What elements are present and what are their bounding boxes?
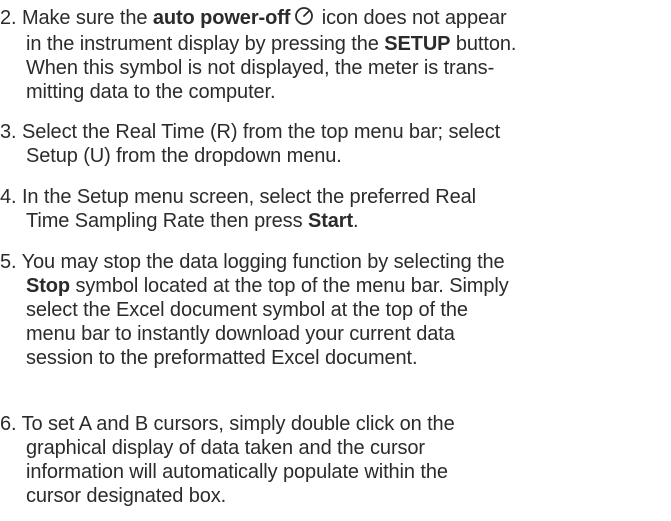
timer-clock-icon [294,6,314,32]
step-4-line-1: 4. In the Setup menu screen, select the … [0,185,671,209]
step-text: select the Excel document symbol at the … [26,299,468,321]
step-6-line-2: graphical display of data taken and the … [0,436,671,460]
step-number: 6. [0,413,17,435]
step-number: 3. [0,121,17,143]
setup-button-label: SETUP [384,33,451,55]
step-6-line-4: cursor designated box. [0,484,671,508]
step-text: in the instrument display by pressing th… [26,33,385,55]
step-2-line-1: 2. Make sure the auto power-off icon doe… [0,6,671,32]
step-text: When this symbol is not displayed, the m… [26,57,495,79]
step-text: symbol located at the top of the menu ba… [70,275,509,297]
step-3-line-2: Setup (U) from the dropdown menu. [0,144,671,168]
step-6: 6. To set A and B cursors, simply double… [0,412,671,508]
document-page: 2. Make sure the auto power-off icon doe… [0,0,671,521]
step-text: session to the preformatted Excel docume… [26,347,418,369]
step-4-line-2: Time Sampling Rate then press Start. [0,209,671,233]
step-6-line-1: 6. To set A and B cursors, simply double… [0,412,671,436]
step-2-line-2: in the instrument display by pressing th… [0,32,671,56]
stop-label: Stop [26,275,71,297]
step-5-line-3: select the Excel document symbol at the … [0,298,671,322]
auto-power-off-label: auto power-off [152,7,291,29]
step-text: In the Setup menu screen, select the pre… [21,186,477,208]
step-text: Select the Real Time (R) from the top me… [21,121,501,143]
step-5-line-2: Stop symbol located at the top of the me… [0,274,671,298]
step-5-line-1: 5. You may stop the data logging functio… [0,250,671,274]
step-2-line-4: mitting data to the computer. [0,80,671,104]
step-5: 5. You may stop the data logging functio… [0,250,671,370]
step-6-line-3: information will automatically populate … [0,460,671,484]
step-text: . [353,210,359,232]
step-5-line-5: session to the preformatted Excel docume… [0,346,671,370]
start-button-label: Start [307,210,354,232]
step-text: information will automatically populate … [26,461,448,483]
step-text: icon does not appear [316,7,507,29]
step-text: To set A and B cursors, simply double cl… [21,413,455,435]
step-number: 2. [0,7,17,29]
step-text: menu bar to instantly download your curr… [26,323,455,345]
step-4: 4. In the Setup menu screen, select the … [0,185,671,233]
step-text: button. [450,33,517,55]
step-text: graphical display of data taken and the … [26,437,425,459]
step-text: Time Sampling Rate then press [26,210,308,232]
step-2: 2. Make sure the auto power-off icon doe… [0,6,671,104]
step-5-line-4: menu bar to instantly download your curr… [0,322,671,346]
step-3: 3. Select the Real Time (R) from the top… [0,120,671,168]
step-3-line-1: 3. Select the Real Time (R) from the top… [0,120,671,144]
step-number: 5. [0,251,17,273]
step-text: Make sure the [21,7,153,29]
step-number: 4. [0,186,17,208]
step-text: cursor designated box. [26,485,227,507]
step-2-line-3: When this symbol is not displayed, the m… [0,56,671,80]
step-text: You may stop the data logging function b… [21,251,505,273]
step-text: Setup (U) from the dropdown menu. [26,145,342,167]
step-text: mitting data to the computer. [26,81,276,103]
